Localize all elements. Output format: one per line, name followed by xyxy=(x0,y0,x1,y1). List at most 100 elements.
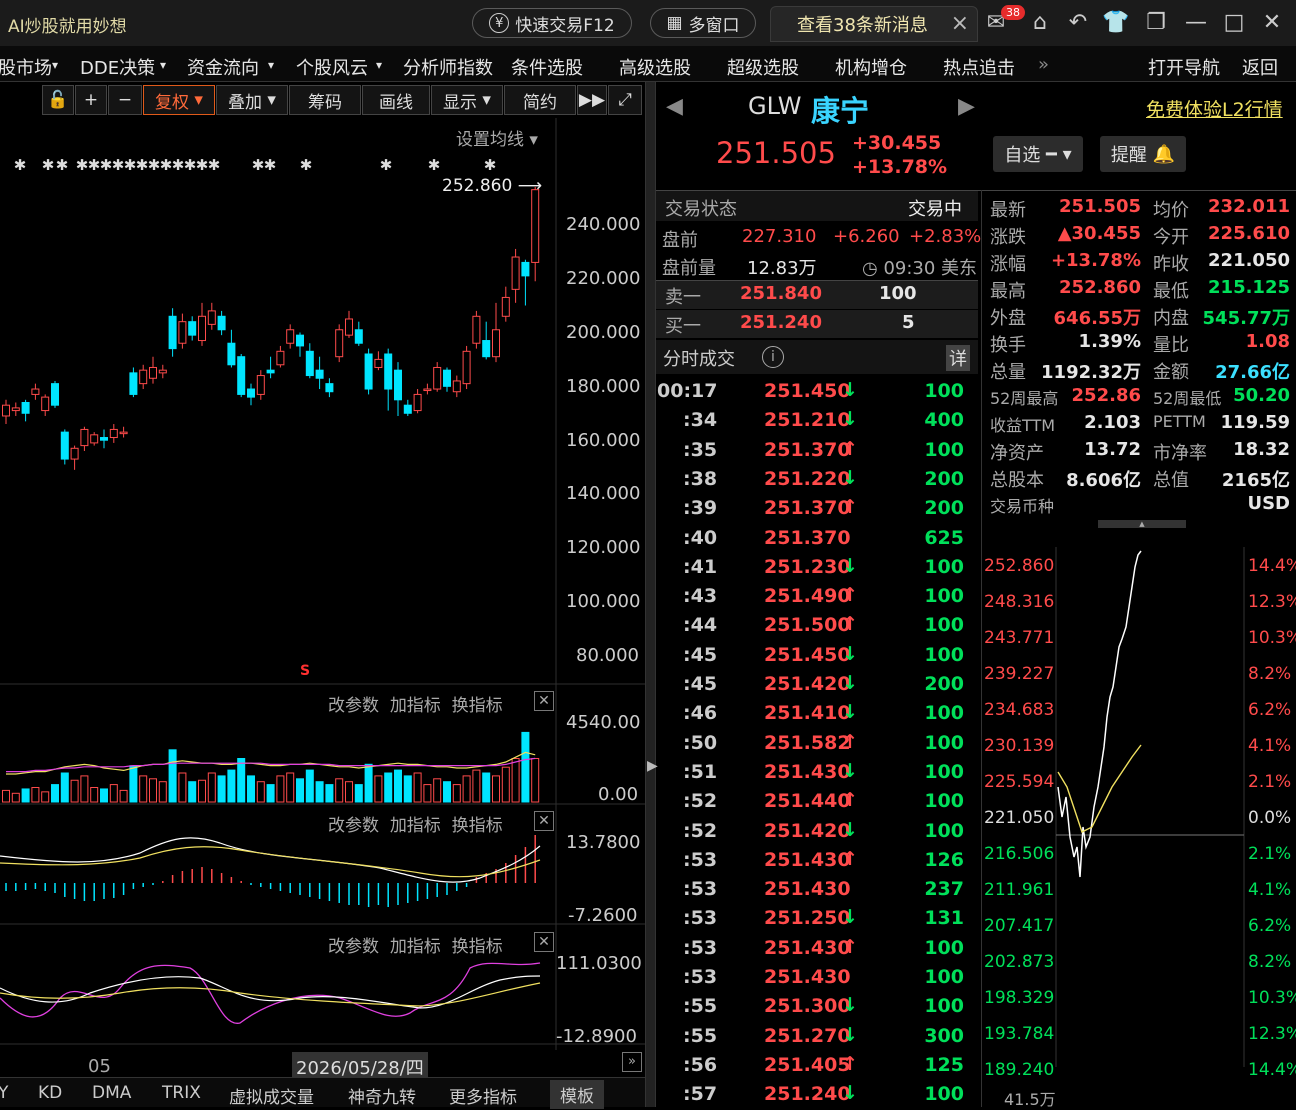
menu-back[interactable]: 返回 xyxy=(1242,54,1278,80)
tick-time: :52 xyxy=(683,790,718,813)
swap-indicator-button[interactable]: 换指标 xyxy=(452,816,503,836)
tab-y[interactable]: Y xyxy=(0,1083,8,1103)
intraday-pct-tick: 6.2% xyxy=(1248,916,1291,936)
l2-trial-link[interactable]: 免费体验L2行情 xyxy=(1146,95,1283,122)
ticks-detail-button[interactable]: 详 xyxy=(946,345,970,371)
premarket-label: 盘前 xyxy=(662,230,698,251)
multi-window-button[interactable]: ▦ 多窗口 xyxy=(650,8,756,38)
stat-value: 1192.32万 xyxy=(1041,362,1141,383)
tick-volume: 100 xyxy=(924,702,964,725)
kline-svg[interactable]: ✱ ✱ ✱ ✱ ✱ ✱ ✱ ✱ ✱ ✱ ✱ ✱ ✱ ✱ ✱ ✱ ✱ ✱ ✱ ✱ ✱ xyxy=(0,118,645,1050)
zoom-out-icon[interactable]: − xyxy=(108,85,142,115)
next-stock-icon[interactable]: ▶ xyxy=(958,94,975,119)
menu-stock-news[interactable]: 个股风云 xyxy=(296,54,368,80)
tick-volume: 200 xyxy=(924,497,964,520)
collapse-stats-icon[interactable]: ▲ xyxy=(1098,520,1186,528)
close-window-icon[interactable]: ✕ xyxy=(1258,10,1286,36)
simple-button[interactable]: 简约 xyxy=(504,85,576,115)
high-price-label: 252.860 ⟶ xyxy=(442,176,543,196)
menu-advanced[interactable]: 高级选股 xyxy=(619,54,691,80)
prev-stock-icon[interactable]: ◀ xyxy=(666,94,683,119)
tick-volume: 237 xyxy=(924,878,964,901)
info-icon[interactable]: i xyxy=(762,346,784,368)
minimize-icon[interactable]: — xyxy=(1182,10,1210,36)
arrow-down-icon: ↓ xyxy=(842,642,858,665)
back-icon[interactable]: ↶ xyxy=(1064,10,1092,36)
menu-institution[interactable]: 机构增仓 xyxy=(835,54,907,80)
unlock-icon[interactable]: 🔓 xyxy=(42,85,74,115)
close-panel-icon[interactable]: ✕ xyxy=(534,811,554,831)
restore-icon[interactable]: ❐ xyxy=(1142,10,1170,36)
tab-template[interactable]: 模板 xyxy=(550,1080,604,1109)
volume-bar xyxy=(256,781,265,803)
close-icon[interactable]: × xyxy=(951,11,969,36)
alert-button[interactable]: 提醒 🔔 xyxy=(1100,136,1186,172)
kline-chart-area[interactable]: ✱ ✱ ✱ ✱ ✱ ✱ ✱ ✱ ✱ ✱ ✱ ✱ ✱ ✱ ✱ ✱ ✱ ✱ ✱ ✱ ✱ 设置均线 ▾ 252.860 ⟶ 2… xyxy=(0,118,645,1082)
kdj-top-label: 111.0300 xyxy=(556,953,642,974)
intraday-chart[interactable]: 252.860 248.316 243.771 239.227 234.683 230.1… xyxy=(982,547,1296,1107)
menu-hotspot[interactable]: 热点追击 xyxy=(943,54,1015,80)
add-indicator-button[interactable]: 加指标 xyxy=(390,696,441,716)
edit-params-button[interactable]: 改参数 xyxy=(328,696,379,716)
panel-divider[interactable]: ▶ xyxy=(645,82,658,1107)
candle xyxy=(384,353,393,390)
tick-time: :53 xyxy=(683,878,718,901)
close-panel-icon[interactable]: ✕ xyxy=(534,932,554,952)
swap-indicator-button[interactable]: 换指标 xyxy=(452,696,503,716)
y-tick: 100.000 xyxy=(566,591,641,612)
fuquan-button[interactable]: 复权 ▾ xyxy=(143,85,215,115)
candle xyxy=(119,431,128,435)
tick-row: :52 251.420 ↓ 100 xyxy=(656,818,976,847)
menu-fund-flow[interactable]: 资金流向 xyxy=(187,54,259,80)
tab-dma[interactable]: DMA xyxy=(92,1083,131,1103)
ask-row: 卖一 251.840 100 xyxy=(656,281,978,309)
tick-time: :34 xyxy=(683,409,718,432)
menu-market[interactable]: 股市场 xyxy=(0,54,52,80)
stat-label: 市净率 xyxy=(1153,443,1207,464)
menu-dde[interactable]: DDE决策 xyxy=(80,54,155,80)
tab-virtual-volume[interactable]: 虚拟成交量 xyxy=(229,1083,314,1108)
zoom-in-icon[interactable]: + xyxy=(75,85,107,115)
tick-time: :43 xyxy=(683,585,718,608)
overlay-button[interactable]: 叠加 ▾ xyxy=(216,85,288,115)
fullscreen-icon[interactable]: ⤢ xyxy=(608,85,642,115)
stat-label: 均价 xyxy=(1153,200,1189,221)
kdj-bottom-label: -12.8900 xyxy=(556,1026,637,1047)
chips-button[interactable]: 筹码 xyxy=(289,85,361,115)
tab-nine-turn[interactable]: 神奇九转 xyxy=(348,1083,416,1108)
tick-row: :40 251.370 625 xyxy=(656,525,976,554)
menu-analyst[interactable]: 分析师指数 xyxy=(403,54,493,80)
shirt-icon[interactable]: 👕 xyxy=(1102,10,1130,36)
volume-bar xyxy=(198,779,206,803)
new-messages-tab[interactable]: 查看38条新消息 × xyxy=(770,6,978,42)
maximize-icon[interactable]: □ xyxy=(1220,10,1248,36)
set-ma-button[interactable]: 设置均线 ▾ xyxy=(456,125,538,150)
intraday-price-tick: 225.594 xyxy=(984,772,1054,792)
quick-trade-button[interactable]: ¥ 快速交易F12 xyxy=(472,8,632,38)
home-icon[interactable]: ⌂ xyxy=(1026,10,1054,36)
tick-row: :55 251.270 ↓ 300 xyxy=(656,1023,976,1052)
tab-more-indicators[interactable]: 更多指标 xyxy=(449,1083,517,1108)
swap-indicator-button[interactable]: 换指标 xyxy=(452,937,503,957)
scroll-right-icon[interactable]: » xyxy=(622,1052,642,1072)
close-panel-icon[interactable]: ✕ xyxy=(534,691,554,711)
edit-params-button[interactable]: 改参数 xyxy=(328,816,379,836)
watchlist-button[interactable]: 自选 ━ ▾ xyxy=(993,136,1083,172)
tab-trix[interactable]: TRIX xyxy=(162,1083,201,1103)
tab-kd[interactable]: KD xyxy=(38,1083,62,1103)
menu-condition[interactable]: 条件选股 xyxy=(511,54,583,80)
candle xyxy=(247,388,255,398)
draw-button[interactable]: 画线 xyxy=(362,85,430,115)
add-indicator-button[interactable]: 加指标 xyxy=(390,937,441,957)
stat-value: 8.606亿 xyxy=(1066,470,1141,491)
tick-volume: 100 xyxy=(924,438,964,461)
menu-open-nav[interactable]: 打开导航 xyxy=(1148,54,1220,80)
menu-more-icon[interactable]: » xyxy=(1038,54,1049,75)
stat-label: 今开 xyxy=(1153,227,1189,248)
display-button[interactable]: 显示 ▾ xyxy=(431,85,503,115)
add-indicator-button[interactable]: 加指标 xyxy=(390,816,441,836)
menu-super[interactable]: 超级选股 xyxy=(727,54,799,80)
edit-params-button[interactable]: 改参数 xyxy=(328,937,379,957)
fast-forward-icon[interactable]: ▶▶ xyxy=(577,85,607,115)
tick-row: :35 251.370 ↑ 100 xyxy=(656,437,976,466)
